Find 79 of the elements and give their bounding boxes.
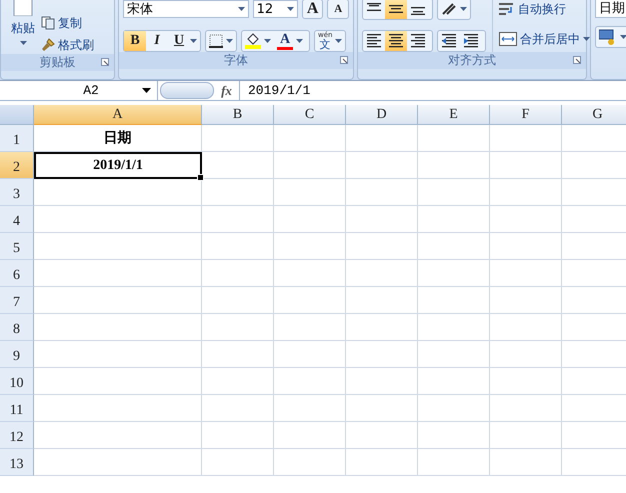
align-middle-icon bbox=[389, 5, 403, 13]
caret-icon bbox=[238, 7, 245, 11]
dropdown-icon[interactable] bbox=[142, 88, 151, 93]
caret-icon bbox=[190, 39, 197, 43]
caret-icon bbox=[296, 39, 303, 43]
caret-icon bbox=[335, 39, 342, 43]
clipboard-icon bbox=[11, 0, 35, 16]
insert-function-button[interactable]: fx bbox=[214, 81, 240, 100]
dialog-launcher-icon[interactable] bbox=[340, 56, 348, 64]
copy-button[interactable]: 复制 bbox=[41, 14, 94, 32]
row-header[interactable]: 7 bbox=[0, 287, 34, 314]
dialog-launcher-icon[interactable] bbox=[101, 58, 109, 66]
underline-button[interactable]: U bbox=[168, 31, 190, 51]
caret-icon bbox=[460, 7, 467, 11]
brush-icon bbox=[41, 38, 55, 52]
row-header[interactable]: 10 bbox=[0, 368, 34, 395]
font-color-button[interactable]: A bbox=[274, 30, 306, 52]
name-box[interactable]: A2 bbox=[0, 81, 158, 100]
caret-icon bbox=[264, 39, 271, 43]
merge-center-button[interactable]: 合并后居中 bbox=[499, 30, 590, 48]
align-bottom-icon bbox=[411, 7, 425, 15]
copy-icon bbox=[41, 16, 55, 30]
font-size-field[interactable]: 12 bbox=[252, 0, 298, 18]
group-label: 字体 bbox=[224, 52, 248, 69]
align-right-icon bbox=[411, 34, 425, 48]
align-top-icon bbox=[367, 3, 381, 11]
row-header[interactable]: 4 bbox=[0, 206, 34, 233]
grow-font-button[interactable]: A bbox=[302, 0, 324, 19]
number-format-field[interactable]: 日期 bbox=[595, 0, 626, 18]
caret-icon bbox=[226, 39, 233, 43]
row-header[interactable]: 6 bbox=[0, 260, 34, 287]
caret-icon bbox=[583, 37, 590, 41]
font-name-field[interactable]: 宋体 bbox=[123, 0, 249, 18]
group-label: 对齐方式 bbox=[448, 52, 496, 69]
active-cell[interactable]: 2019/1/1 bbox=[34, 152, 202, 179]
caret-icon bbox=[620, 35, 626, 39]
format-painter-button[interactable]: 格式刷 bbox=[41, 36, 94, 54]
paste-button[interactable]: 粘贴 bbox=[5, 0, 41, 54]
column-header[interactable]: G bbox=[562, 105, 626, 125]
column-header[interactable]: C bbox=[274, 105, 346, 125]
row-header[interactable]: 12 bbox=[0, 422, 34, 449]
shrink-font-button[interactable]: A bbox=[327, 0, 349, 19]
wrap-text-button[interactable]: 自动换行 bbox=[499, 0, 590, 18]
borders-icon bbox=[209, 34, 223, 48]
column-header[interactable]: B bbox=[202, 105, 274, 125]
align-center-icon bbox=[389, 34, 403, 48]
group-label: 剪贴板 bbox=[40, 54, 76, 71]
row-header[interactable]: 11 bbox=[0, 395, 34, 422]
formula-divider-handle[interactable] bbox=[160, 82, 214, 99]
align-center-button[interactable] bbox=[385, 31, 407, 51]
row-header[interactable]: 13 bbox=[0, 449, 34, 476]
dialog-launcher-icon[interactable] bbox=[573, 56, 581, 64]
row-header[interactable]: 9 bbox=[0, 341, 34, 368]
align-left-icon bbox=[367, 34, 381, 48]
row-header[interactable]: 8 bbox=[0, 314, 34, 341]
column-header[interactable]: E bbox=[418, 105, 490, 125]
row-header[interactable]: 5 bbox=[0, 233, 34, 260]
caret-icon bbox=[20, 41, 26, 45]
borders-button[interactable] bbox=[205, 30, 237, 52]
orientation-button[interactable] bbox=[437, 0, 471, 20]
outdent-icon bbox=[442, 34, 456, 48]
wrap-text-icon bbox=[499, 2, 515, 16]
italic-button[interactable]: I bbox=[146, 31, 168, 51]
paint-bucket-icon bbox=[245, 33, 261, 49]
fill-handle[interactable] bbox=[197, 174, 204, 181]
bold-button[interactable]: B bbox=[124, 31, 146, 51]
money-icon bbox=[599, 29, 617, 45]
align-middle-button[interactable] bbox=[385, 0, 407, 19]
row-header[interactable]: 1 bbox=[0, 125, 34, 152]
column-header[interactable]: D bbox=[346, 105, 418, 125]
formula-field[interactable]: 2019/1/1 bbox=[240, 83, 626, 98]
column-header[interactable]: F bbox=[490, 105, 562, 125]
merge-cells-icon bbox=[499, 32, 517, 46]
caret-icon bbox=[286, 7, 294, 11]
rotate-text-icon bbox=[441, 2, 457, 16]
indent-icon bbox=[464, 34, 478, 48]
row-header[interactable]: 2 bbox=[0, 152, 34, 179]
row-header[interactable]: 3 bbox=[0, 179, 34, 206]
column-header[interactable]: A bbox=[34, 105, 202, 125]
